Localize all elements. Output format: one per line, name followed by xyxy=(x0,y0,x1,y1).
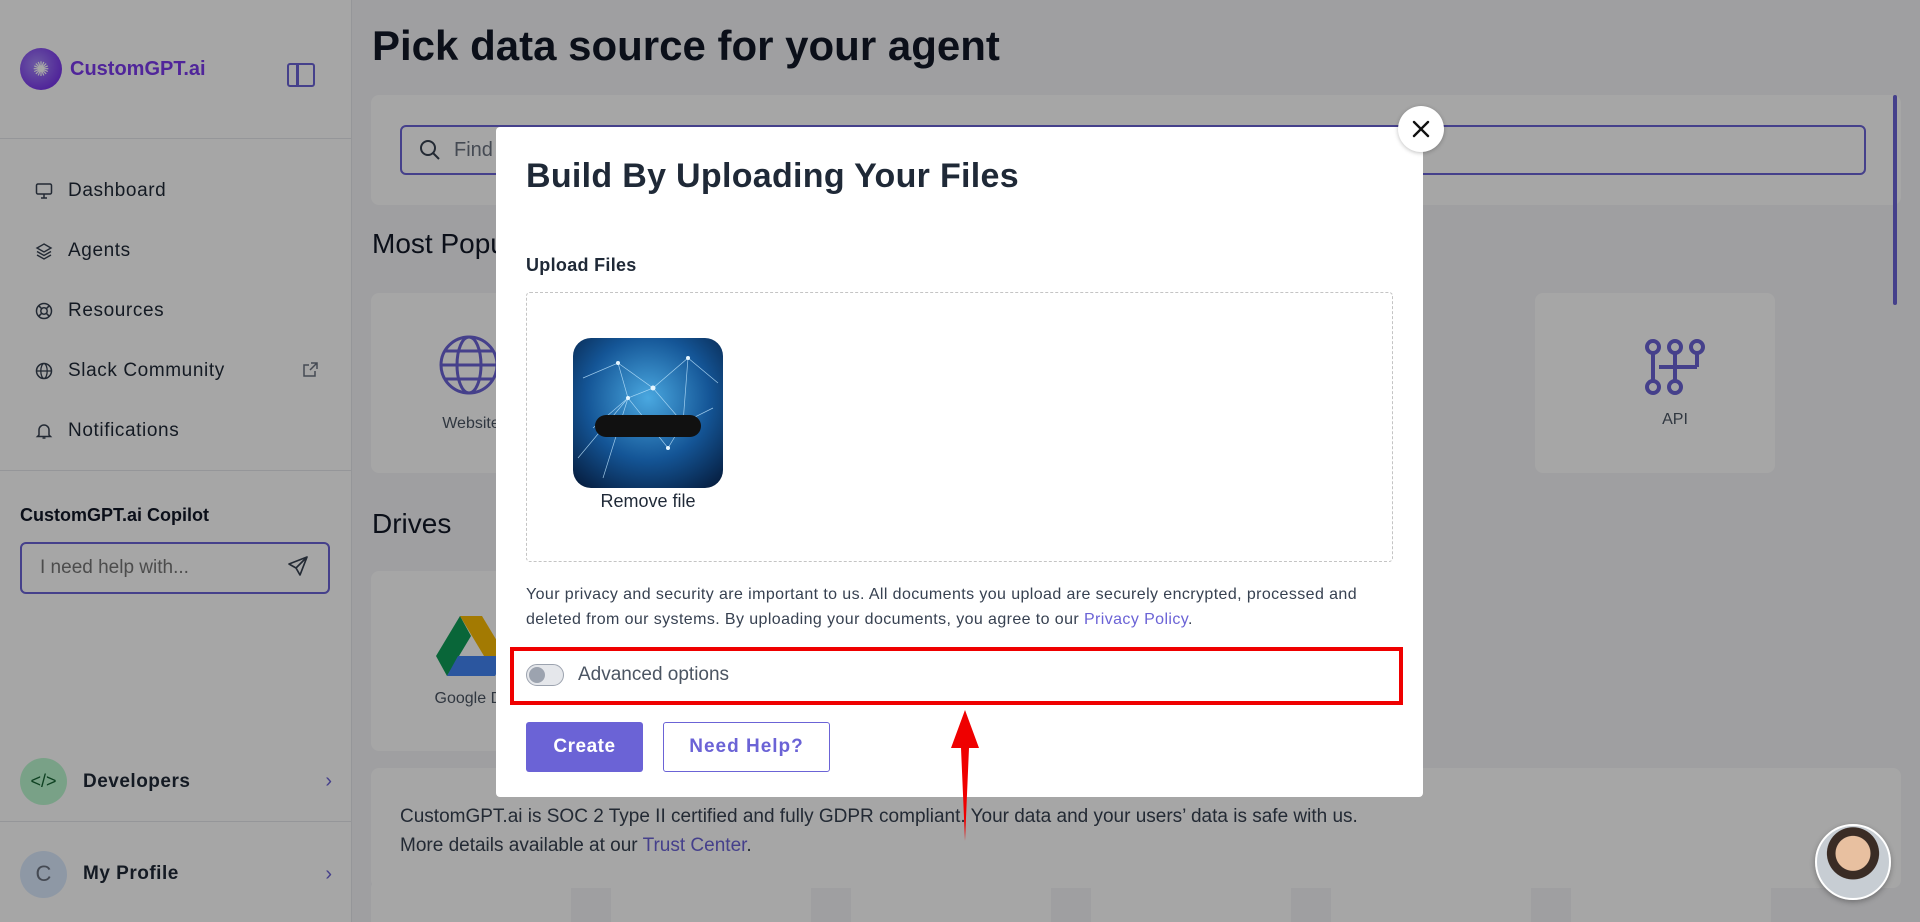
file-preview-thumbnail xyxy=(573,338,723,488)
need-help-button[interactable]: Need Help? xyxy=(663,722,830,772)
privacy-suffix: . xyxy=(1187,611,1193,628)
close-modal-button[interactable] xyxy=(1398,106,1444,152)
support-chat-avatar[interactable] xyxy=(1815,824,1891,900)
remove-file-link[interactable]: Remove file xyxy=(573,491,723,512)
privacy-policy-link[interactable]: Privacy Policy xyxy=(1084,611,1188,628)
create-button[interactable]: Create xyxy=(526,722,643,772)
upload-files-label: Upload Files xyxy=(526,255,637,275)
privacy-notice: Your privacy and security are important … xyxy=(526,582,1396,632)
highlight-box xyxy=(510,647,1403,705)
file-dropzone[interactable]: Remove file xyxy=(526,292,1393,562)
annotation-arrow-icon xyxy=(951,710,979,841)
close-icon xyxy=(1412,120,1430,138)
privacy-text: Your privacy and security are important … xyxy=(526,586,1357,628)
modal-title: Build By Uploading Your Files xyxy=(526,157,1019,195)
